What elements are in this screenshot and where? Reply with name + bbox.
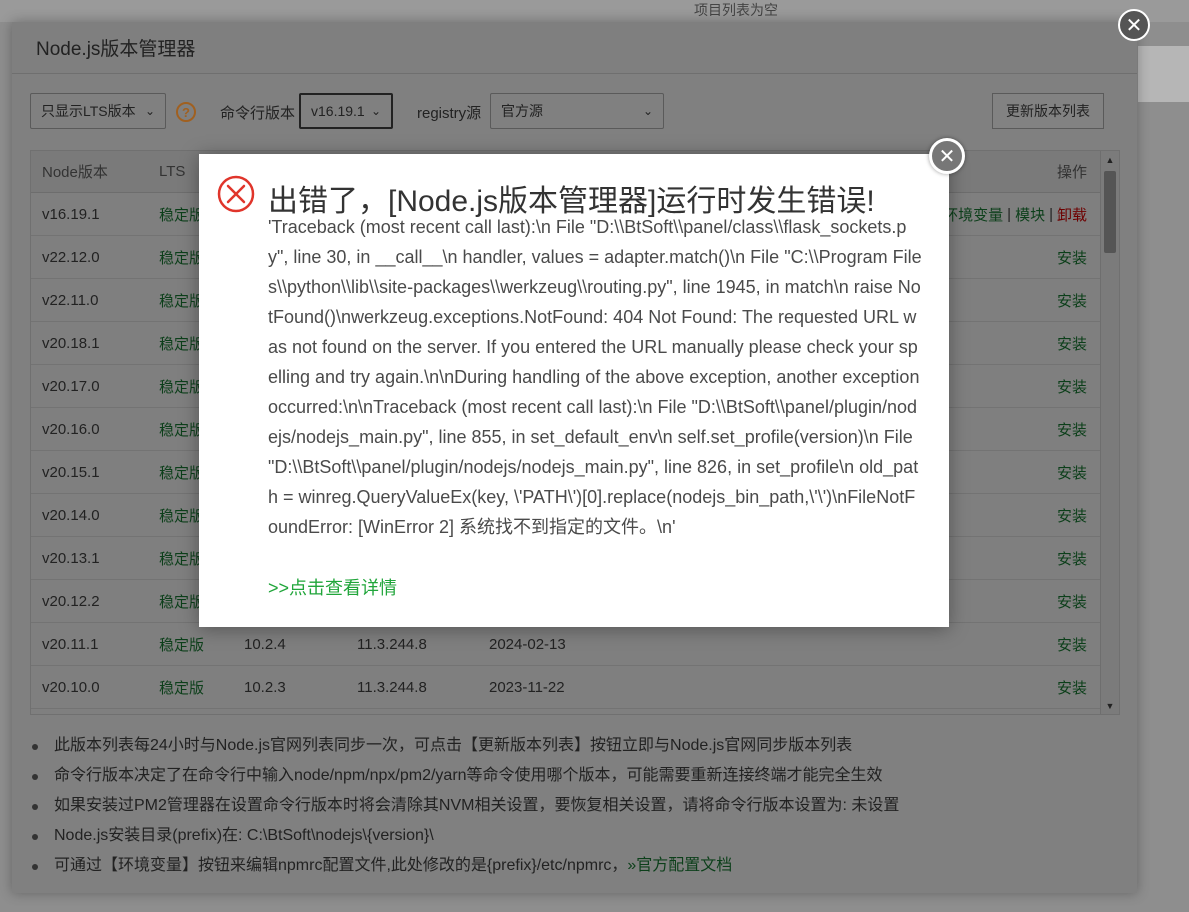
error-icon bbox=[217, 175, 255, 213]
header-op: 操作 bbox=[1056, 164, 1087, 181]
table-row: v20.10.0 稳定版 10.2.3 11.3.244.8 2023-11-22 安装 bbox=[31, 666, 1119, 709]
chevron-down-icon: ⌄ bbox=[370, 104, 381, 118]
modules-link[interactable]: 模块 bbox=[1015, 204, 1045, 225]
cell-v8: 11.3.244.8 bbox=[357, 635, 427, 653]
install-button[interactable]: 安装 bbox=[1057, 580, 1087, 622]
cell-version: v20.15.1 bbox=[42, 463, 100, 481]
install-button[interactable]: 安装 bbox=[1057, 494, 1087, 536]
error-dialog: 出错了，[Node.js版本管理器]运行时发生错误! 'Traceback (m… bbox=[199, 154, 949, 627]
cell-version: v20.10.0 bbox=[42, 678, 100, 696]
note-item: 如果安装过PM2管理器在设置命令行版本时将会清除其NVM相关设置，要恢复相关设置… bbox=[30, 796, 1130, 826]
dialog-title: Node.js版本管理器 bbox=[12, 22, 1137, 74]
scroll-thumb[interactable] bbox=[1104, 171, 1116, 253]
install-button[interactable]: 安装 bbox=[1057, 279, 1087, 321]
install-button[interactable]: 安装 bbox=[1057, 537, 1087, 579]
cell-version: v20.12.2 bbox=[42, 592, 100, 610]
cell-lts: 稳定版 bbox=[159, 249, 205, 267]
cell-lts: 稳定版 bbox=[159, 679, 205, 697]
install-button[interactable]: 安装 bbox=[1057, 322, 1087, 364]
cell-version: v20.14.0 bbox=[42, 506, 100, 524]
cell-date: 2023-11-22 bbox=[489, 678, 565, 696]
cell-version: v20.11.1 bbox=[42, 635, 99, 653]
cell-op: 环境变量 | 模块 | 卸载 bbox=[943, 193, 1087, 235]
error-traceback: 'Traceback (most recent call last):\n Fi… bbox=[268, 217, 922, 537]
scroll-down-icon[interactable]: ▼ bbox=[1101, 701, 1119, 711]
cell-version: v22.12.0 bbox=[42, 248, 100, 266]
registry-label: registry源 bbox=[417, 105, 482, 122]
cell-version: v20.13.1 bbox=[42, 549, 100, 567]
cli-version-select[interactable]: v16.19.1 ⌄ bbox=[299, 93, 393, 129]
toolbar: 只显示LTS版本 ⌄ ? 命令行版本 v16.19.1 ⌄ registry源 … bbox=[30, 93, 1119, 131]
install-button[interactable]: 安装 bbox=[1057, 408, 1087, 450]
help-icon[interactable]: ? bbox=[176, 102, 196, 122]
note-text: 可通过【环境变量】按钮来编辑npmrc配置文件,此处修改的是{prefix}/e… bbox=[54, 857, 628, 874]
install-button[interactable]: 安装 bbox=[1057, 666, 1087, 708]
chevron-down-icon: ⌄ bbox=[642, 104, 653, 118]
header-version: Node版本 bbox=[42, 164, 108, 181]
env-vars-link[interactable]: 环境变量 bbox=[943, 204, 1003, 225]
install-button[interactable]: 安装 bbox=[1057, 451, 1087, 493]
cell-lts: 稳定版 bbox=[159, 464, 205, 482]
notes-list: 此版本列表每24小时与Node.js官网列表同步一次，可点击【更新版本列表】按钮… bbox=[30, 736, 1130, 886]
cell-lts: 稳定版 bbox=[159, 550, 205, 568]
op-separator: | bbox=[1049, 205, 1053, 223]
install-button[interactable]: 安装 bbox=[1057, 623, 1087, 665]
table-row: v20.11.1 稳定版 10.2.4 11.3.244.8 2024-02-13 安装 bbox=[31, 623, 1119, 666]
official-config-doc-link[interactable]: »官方配置文档 bbox=[627, 857, 732, 874]
cell-version: v20.16.0 bbox=[42, 420, 100, 438]
note-item: Node.js安装目录(prefix)在: C:\BtSoft\nodejs\{… bbox=[30, 826, 1130, 856]
view-details-link[interactable]: >>点击查看详情 bbox=[268, 574, 397, 600]
cell-lts: 稳定版 bbox=[159, 593, 205, 611]
registry-select[interactable]: 官方源 ⌄ bbox=[490, 93, 664, 129]
install-button[interactable]: 安装 bbox=[1057, 365, 1087, 407]
cell-lts: 稳定版 bbox=[159, 206, 205, 224]
cell-lts: 稳定版 bbox=[159, 507, 205, 525]
cell-lts: 稳定版 bbox=[159, 378, 205, 396]
background-panel bbox=[1138, 46, 1189, 102]
note-item: 可通过【环境变量】按钮来编辑npmrc配置文件,此处修改的是{prefix}/e… bbox=[30, 856, 1130, 886]
cell-npm: 10.2.4 bbox=[244, 635, 286, 653]
cell-version: v20.17.0 bbox=[42, 377, 100, 395]
registry-value: 官方源 bbox=[501, 103, 543, 119]
cell-version: v22.11.0 bbox=[42, 291, 99, 309]
cell-lts: 稳定版 bbox=[159, 292, 205, 310]
install-button[interactable]: 安装 bbox=[1057, 236, 1087, 278]
header-lts: LTS bbox=[159, 163, 186, 180]
scroll-up-icon[interactable]: ▲ bbox=[1101, 155, 1119, 165]
lts-filter-value: 只显示LTS版本 bbox=[41, 103, 136, 119]
empty-project-text: 项目列表为空 bbox=[694, 2, 778, 18]
cell-lts: 稳定版 bbox=[159, 335, 205, 353]
error-close-icon[interactable]: ✕ bbox=[929, 138, 965, 174]
table-scrollbar[interactable]: ▲ ▼ bbox=[1100, 151, 1119, 714]
note-item: 命令行版本决定了在命令行中输入node/npm/npx/pm2/yarn等命令使… bbox=[30, 766, 1130, 796]
chevron-down-icon: ⌄ bbox=[144, 104, 155, 118]
note-item: 此版本列表每24小时与Node.js官网列表同步一次，可点击【更新版本列表】按钮… bbox=[30, 736, 1130, 766]
cell-npm: 10.2.3 bbox=[244, 678, 286, 696]
cell-lts: 稳定版 bbox=[159, 421, 205, 439]
cell-v8: 11.3.244.8 bbox=[357, 678, 427, 696]
op-separator: | bbox=[1007, 205, 1012, 223]
cell-version: v16.19.1 bbox=[42, 205, 100, 223]
cli-version-value: v16.19.1 bbox=[311, 103, 365, 119]
cli-version-label: 命令行版本 bbox=[220, 105, 296, 122]
uninstall-link[interactable]: 卸载 bbox=[1057, 204, 1087, 225]
refresh-version-list-button[interactable]: 更新版本列表 bbox=[992, 93, 1104, 129]
cell-version: v20.18.1 bbox=[42, 334, 100, 352]
lts-filter-select[interactable]: 只显示LTS版本 ⌄ bbox=[30, 93, 166, 129]
close-icon[interactable]: ✕ bbox=[1118, 9, 1150, 41]
cell-lts: 稳定版 bbox=[159, 636, 205, 654]
cell-date: 2024-02-13 bbox=[489, 635, 566, 653]
